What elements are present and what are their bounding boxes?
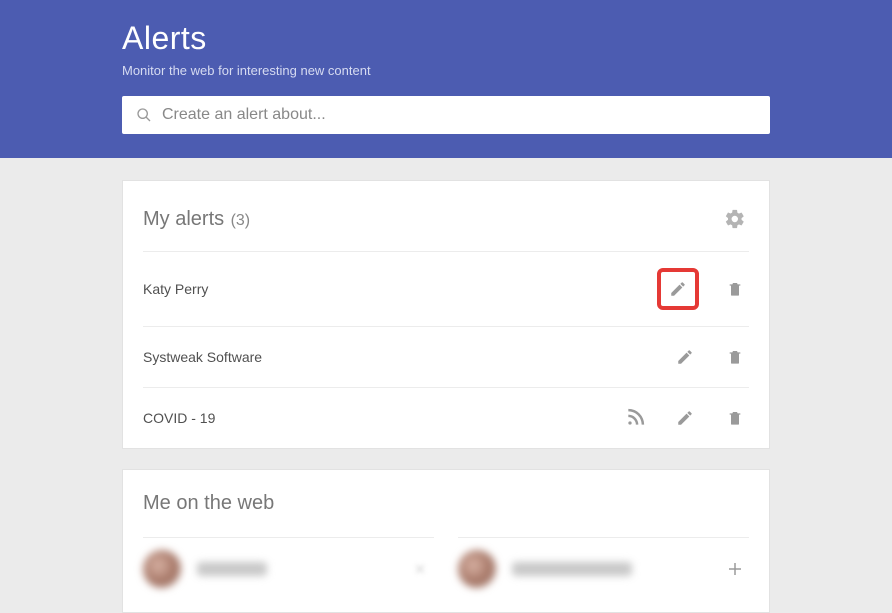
delete-button[interactable] <box>721 343 749 371</box>
item-action[interactable] <box>406 555 434 583</box>
alert-name[interactable]: Katy Perry <box>143 281 657 297</box>
search-icon <box>136 107 152 123</box>
gear-icon <box>724 208 746 230</box>
pencil-icon <box>676 409 694 427</box>
rss-button[interactable] <box>621 404 649 432</box>
web-item[interactable] <box>458 537 749 588</box>
page-title: Alerts <box>122 20 770 57</box>
pencil-icon <box>676 348 694 366</box>
trash-icon <box>727 348 743 366</box>
page-subtitle: Monitor the web for interesting new cont… <box>122 63 770 78</box>
pencil-icon <box>669 280 687 298</box>
search-box[interactable] <box>122 96 770 134</box>
blurred-name <box>512 562 632 576</box>
alert-row: Katy Perry <box>143 251 749 326</box>
delete-button[interactable] <box>721 404 749 432</box>
me-on-web-card: Me on the web <box>122 469 770 613</box>
blurred-name <box>197 562 267 576</box>
edit-button[interactable] <box>671 404 699 432</box>
avatar <box>143 550 181 588</box>
me-on-web-title: Me on the web <box>143 492 274 515</box>
trash-icon <box>727 409 743 427</box>
alert-row: COVID - 19 <box>143 387 749 448</box>
header: Alerts Monitor the web for interesting n… <box>0 0 892 158</box>
alert-row: Systweak Software <box>143 326 749 387</box>
plus-icon <box>726 560 744 578</box>
edit-button[interactable] <box>665 275 691 303</box>
delete-button[interactable] <box>721 275 749 303</box>
add-button[interactable] <box>721 555 749 583</box>
web-item[interactable] <box>143 537 434 588</box>
settings-button[interactable] <box>721 205 749 233</box>
my-alerts-count: (3) <box>231 212 251 229</box>
edit-button[interactable] <box>671 343 699 371</box>
avatar <box>458 550 496 588</box>
trash-icon <box>727 280 743 298</box>
my-alerts-card: My alerts (3) Katy Perry <box>122 180 770 449</box>
edit-highlight <box>657 268 699 310</box>
search-input[interactable] <box>162 106 756 124</box>
rss-icon <box>625 408 645 428</box>
alert-name[interactable]: Systweak Software <box>143 349 671 365</box>
my-alerts-title: My alerts <box>143 208 224 230</box>
alert-name[interactable]: COVID - 19 <box>143 410 621 426</box>
close-icon <box>413 562 427 576</box>
